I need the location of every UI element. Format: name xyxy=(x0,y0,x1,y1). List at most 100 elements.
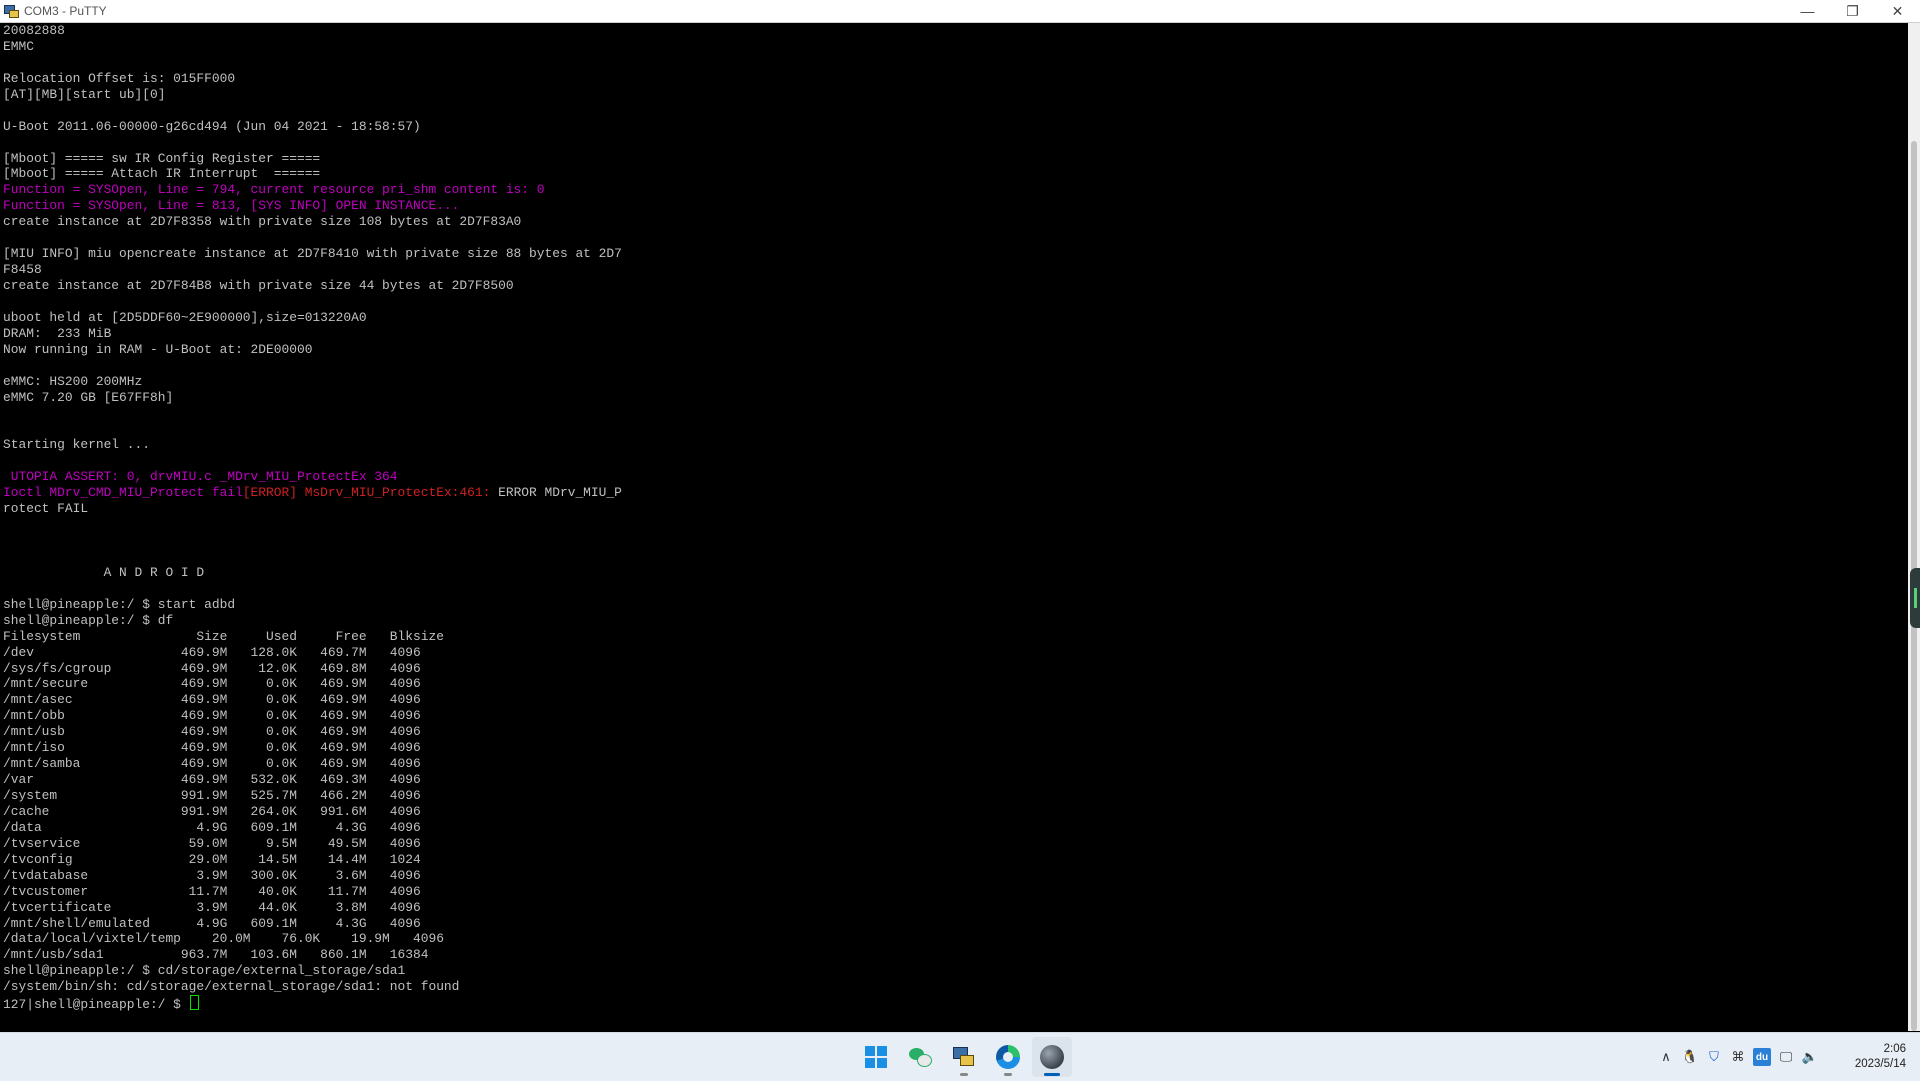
terminal-text-segment: /mnt/obb 469.9M 0.0K 469.9M 4096 xyxy=(3,708,421,724)
terminal-text-segment: create instance at 2D7F8358 with private… xyxy=(3,214,522,230)
terminal-text-segment: /mnt/usb/sda1 963.7M 103.6M 860.1M 16384 xyxy=(3,947,429,963)
terminal-line: [AT][MB][start ub][0] xyxy=(3,87,1908,103)
terminal-line: 20082888 xyxy=(3,23,1908,39)
terminal-line: rotect FAIL xyxy=(3,501,1908,517)
terminal-line: Function = SYSOpen, Line = 794, current … xyxy=(3,182,1908,198)
terminal-text-segment: Function = SYSOpen, Line = 794, current … xyxy=(3,182,545,198)
start-button[interactable] xyxy=(856,1037,896,1077)
terminal-line: /cache 991.9M 264.0K 991.6M 4096 xyxy=(3,804,1908,820)
terminal-text-segment: /tvservice 59.0M 9.5M 49.5M 4096 xyxy=(3,835,421,851)
terminal-text-segment: /var 469.9M 532.0K 469.3M 4096 xyxy=(3,772,421,788)
terminal-text-segment: /mnt/samba 469.9M 0.0K 469.9M 4096 xyxy=(3,756,421,772)
terminal-text-segment: /dev 469.9M 128.0K 469.7M 4096 xyxy=(3,644,421,660)
terminal-text-segment: /tvconfig 29.0M 14.5M 14.4M 1024 xyxy=(3,851,421,867)
minimize-button[interactable]: — xyxy=(1785,0,1830,22)
window-controls: — ❐ ✕ xyxy=(1785,0,1920,22)
terminal-text-segment: /mnt/secure 469.9M 0.0K 469.9M 4096 xyxy=(3,676,421,692)
terminal-line: Starting kernel ... xyxy=(3,437,1908,453)
terminal-line: shell@pineapple:/ $ df xyxy=(3,613,1908,629)
side-panel-handle[interactable] xyxy=(1910,568,1920,628)
terminal-text-segment: /data 4.9G 609.1M 4.3G 4096 xyxy=(3,819,421,835)
terminal-text-segment: 127|shell@pineapple:/ $ xyxy=(3,997,189,1013)
baidu-netdisk-icon[interactable]: du xyxy=(1753,1048,1771,1066)
terminal-line: /mnt/samba 469.9M 0.0K 469.9M 4096 xyxy=(3,756,1908,772)
active-indicator xyxy=(1044,1073,1060,1076)
terminal-line: [Mboot] ===== sw IR Config Register ====… xyxy=(3,151,1908,167)
terminal-line: Filesystem Size Used Free Blksize xyxy=(3,629,1908,645)
terminal-line: /tvcertificate 3.9M 44.0K 3.8M 4096 xyxy=(3,900,1908,916)
terminal-line: Ioctl MDrv_CMD_MIU_Protect fail[ERROR] M… xyxy=(3,485,1908,501)
tray-overflow-chevron-icon[interactable]: ∧ xyxy=(1654,1045,1678,1069)
terminal-line: shell@pineapple:/ $ cd/storage/external_… xyxy=(3,963,1908,979)
terminal-line: EMMC xyxy=(3,39,1908,55)
running-indicator xyxy=(960,1073,968,1076)
terminal-text-segment: DRAM: 233 MiB xyxy=(3,325,112,341)
close-button[interactable]: ✕ xyxy=(1875,0,1920,22)
terminal-line: /mnt/asec 469.9M 0.0K 469.9M 4096 xyxy=(3,692,1908,708)
terminal-text-segment: rotect FAIL xyxy=(3,501,89,517)
volume-icon[interactable]: 🔈 xyxy=(1798,1045,1822,1069)
terminal-text-segment: /cache 991.9M 264.0K 991.6M 4096 xyxy=(3,803,421,819)
terminal-line: [MIU INFO] miu opencreate instance at 2D… xyxy=(3,246,1908,262)
putty-icon xyxy=(952,1045,976,1069)
security-shield-icon[interactable]: ⛉ xyxy=(1702,1045,1726,1069)
taskbar-photo-app[interactable] xyxy=(1032,1037,1072,1077)
taskbar-edge[interactable] xyxy=(988,1037,1028,1077)
terminal-text-segment: [AT][MB][start ub][0] xyxy=(3,86,166,102)
terminal-text-segment: /tvcustomer 11.7M 40.0K 11.7M 4096 xyxy=(3,883,421,899)
terminal-line: /mnt/usb/sda1 963.7M 103.6M 860.1M 16384 xyxy=(3,947,1908,963)
terminal-text-segment: eMMC: HS200 200MHz xyxy=(3,373,143,389)
network-monitor-icon[interactable]: 🖵 xyxy=(1774,1045,1798,1069)
terminal-text-segment: /mnt/asec 469.9M 0.0K 469.9M 4096 xyxy=(3,692,421,708)
terminal-text-segment: U-Boot 2011.06-00000-g26cd494 (Jun 04 20… xyxy=(3,118,421,134)
terminal-text-segment: UTOPIA ASSERT: 0, drvMIU.c _MDrv_MIU_Pro… xyxy=(3,469,398,485)
window-titlebar[interactable]: COM3 - PuTTY — ❐ ✕ xyxy=(0,0,1920,23)
taskbar-clock[interactable]: 2:06 2023/5/14 xyxy=(1822,1042,1920,1072)
terminal-text-segment: eMMC 7.20 GB [E67FF8h] xyxy=(3,389,174,405)
terminal-text-segment: [ERROR] MsDrv_MIU_ProtectEx:461: xyxy=(242,485,491,501)
edge-icon xyxy=(996,1045,1020,1069)
taskbar-putty[interactable] xyxy=(944,1037,984,1077)
terminal-line: [Mboot] ===== Attach IR Interrupt ====== xyxy=(3,166,1908,182)
network-tool-icon[interactable]: ⌘ xyxy=(1726,1045,1750,1069)
terminal-line: /dev 469.9M 128.0K 469.7M 4096 xyxy=(3,645,1908,661)
terminal-line: create instance at 2D7F84B8 with private… xyxy=(3,278,1908,294)
qq-icon[interactable]: 🐧 xyxy=(1678,1045,1702,1069)
terminal-line: /mnt/iso 469.9M 0.0K 469.9M 4096 xyxy=(3,740,1908,756)
restore-button[interactable]: ❐ xyxy=(1830,0,1875,22)
terminal-text-segment: create instance at 2D7F84B8 with private… xyxy=(3,278,514,293)
terminal-line: F8458 xyxy=(3,262,1908,278)
terminal-text-segment: /tvcertificate 3.9M 44.0K 3.8M 4096 xyxy=(3,899,421,915)
terminal-line: U-Boot 2011.06-00000-g26cd494 (Jun 04 20… xyxy=(3,119,1908,135)
photo-app-icon xyxy=(1040,1045,1064,1069)
terminal-lines: 20082888 EMMC Relocation Offset is: 015FF0… xyxy=(0,23,1908,1013)
terminal-line: uboot held at [2D5DDF60~2E900000],size=0… xyxy=(3,310,1908,326)
terminal-line: /var 469.9M 532.0K 469.3M 4096 xyxy=(3,772,1908,788)
taskbar-wechat[interactable] xyxy=(900,1037,940,1077)
terminal-line: /mnt/shell/emulated 4.9G 609.1M 4.3G 409… xyxy=(3,916,1908,932)
terminal-text-segment: uboot held at [2D5DDF60~2E900000],size=0… xyxy=(3,309,367,325)
terminal-scrollbar[interactable] xyxy=(1908,23,1920,1031)
terminal-output[interactable]: 20082888 EMMC Relocation Offset is: 015FF0… xyxy=(0,23,1908,1031)
terminal-line: eMMC: HS200 200MHz xyxy=(3,374,1908,390)
running-indicator xyxy=(1004,1073,1012,1076)
terminal-line: /mnt/secure 469.9M 0.0K 469.9M 4096 xyxy=(3,676,1908,692)
clock-date: 2023/5/14 xyxy=(1854,1058,1906,1070)
terminal-line: /tvservice 59.0M 9.5M 49.5M 4096 xyxy=(3,836,1908,852)
terminal-text-segment: Filesystem Size Used Free Blksize xyxy=(3,628,444,644)
terminal-line: Relocation Offset is: 015FF000 xyxy=(3,71,1908,87)
terminal-text-segment: /sys/fs/cgroup 469.9M 12.0K 469.8M 4096 xyxy=(3,660,421,676)
terminal-text-segment: Starting kernel ... xyxy=(3,437,150,453)
terminal-line: 127|shell@pineapple:/ $ xyxy=(3,995,1908,1013)
